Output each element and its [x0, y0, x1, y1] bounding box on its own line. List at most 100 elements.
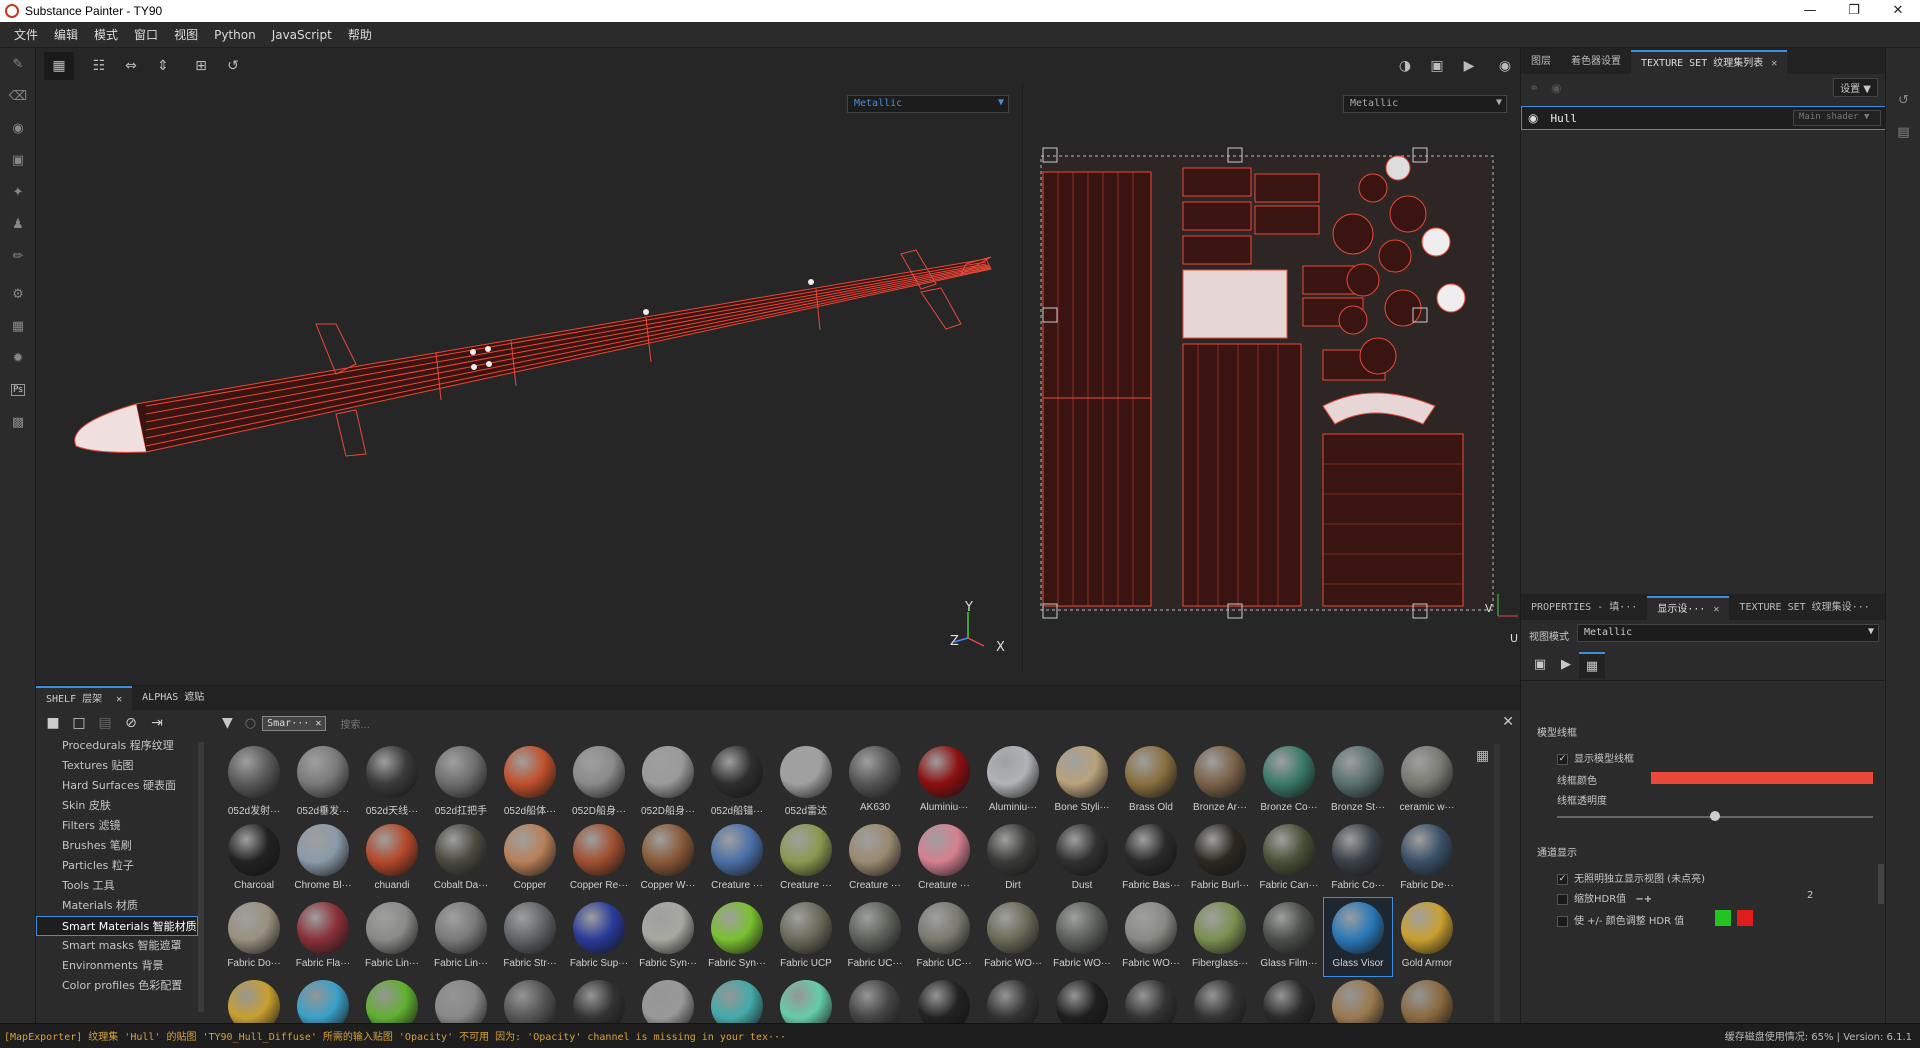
- material-item[interactable]: Fabric WO···: [1117, 898, 1185, 976]
- material-thumbnail[interactable]: [711, 980, 763, 1024]
- material-item[interactable]: Bronze Ar···: [1186, 742, 1254, 820]
- material-item[interactable]: Fabric WO···: [1048, 898, 1116, 976]
- import-icon[interactable]: ⇥: [144, 715, 170, 731]
- history-icon[interactable]: ↺: [218, 52, 248, 80]
- hdr-stepper[interactable]: −+: [1635, 894, 1652, 905]
- paint-brush-icon[interactable]: ✎: [0, 48, 36, 80]
- settings-dropdown[interactable]: 设置 ▼: [1833, 78, 1878, 97]
- view-mode-select[interactable]: Metallic ▼: [1577, 624, 1879, 642]
- close-tab-icon[interactable]: ✕: [116, 694, 122, 705]
- color-adjust-checkbox[interactable]: [1557, 915, 1568, 927]
- show-wireframe-row[interactable]: ✓ 显示模型线框: [1557, 750, 1634, 765]
- material-item[interactable]: Copper: [496, 820, 564, 898]
- screenshot-icon[interactable]: ◉: [1490, 52, 1520, 80]
- tab-shelf[interactable]: SHELF 层架 ✕: [36, 686, 133, 710]
- grid-view-icon[interactable]: ☷: [84, 52, 114, 80]
- material-item[interactable]: Fabric Bas···: [1117, 820, 1185, 898]
- material-item[interactable]: Fabric Co···: [1324, 820, 1392, 898]
- camera-icon[interactable]: ▶: [1454, 52, 1484, 80]
- material-item[interactable]: Bronze St···: [1324, 742, 1392, 820]
- hide-icon[interactable]: ⊘: [118, 715, 144, 731]
- polygon-fill-icon[interactable]: ▣: [0, 144, 36, 176]
- image-view-icon[interactable]: ▣: [1527, 652, 1553, 678]
- wireframe-opacity-slider[interactable]: [1710, 811, 1720, 821]
- material-item[interactable]: 052d船锚···: [703, 742, 771, 820]
- category-item[interactable]: Brushes 笔刷: [36, 836, 202, 856]
- material-thumbnail[interactable]: [1332, 980, 1384, 1024]
- new-preset-icon[interactable]: □: [66, 715, 92, 731]
- material-item[interactable]: Glass Film···: [1255, 898, 1323, 976]
- menu-edit[interactable]: 编辑: [46, 26, 86, 43]
- refresh-icon[interactable]: ○: [245, 716, 256, 731]
- material-item[interactable]: Copper Re···: [565, 820, 633, 898]
- remove-filter-icon[interactable]: ✕: [315, 718, 321, 729]
- material-item[interactable]: Cobalt Da···: [427, 820, 495, 898]
- category-item[interactable]: Filters 滤镜: [36, 816, 202, 836]
- material-item[interactable]: Fabric Syn···: [634, 898, 702, 976]
- search-input[interactable]: 搜索...: [340, 716, 370, 731]
- material-thumbnail[interactable]: [573, 980, 625, 1024]
- material-item[interactable]: ceramic w···: [1393, 742, 1461, 820]
- menu-python[interactable]: Python: [206, 28, 264, 42]
- hdr-scale-checkbox[interactable]: [1557, 893, 1568, 905]
- material-thumbnail[interactable]: [435, 980, 487, 1024]
- category-item[interactable]: Color profiles 色彩配置: [36, 976, 202, 996]
- mirror-x-icon[interactable]: ⇔: [116, 52, 146, 80]
- material-item[interactable]: Fabric UC···: [841, 898, 909, 976]
- material-item[interactable]: Fabric Syn···: [703, 898, 771, 976]
- export-icon[interactable]: ▩: [0, 406, 36, 438]
- material-thumbnail[interactable]: [780, 980, 832, 1024]
- smudge-icon[interactable]: ✦: [0, 176, 36, 208]
- material-item[interactable]: Dirt: [979, 820, 1047, 898]
- close-tab-icon[interactable]: ✕: [1771, 58, 1777, 69]
- material-thumbnail[interactable]: [849, 980, 901, 1024]
- material-item[interactable]: Fabric Sup···: [565, 898, 633, 976]
- uv-tile-mode-icon[interactable]: ▦: [44, 52, 74, 80]
- menu-file[interactable]: 文件: [6, 26, 46, 43]
- category-item[interactable]: Textures 贴图: [36, 756, 202, 776]
- texture-set-row[interactable]: ◉ Hull Main shader ▼: [1521, 106, 1886, 130]
- clear-search-icon[interactable]: ✕: [1502, 714, 1514, 730]
- viewport-2d[interactable]: Metallic ▼ V U: [1022, 84, 1520, 672]
- plugin-icon[interactable]: ✹: [0, 342, 36, 374]
- material-item[interactable]: Creature ···: [772, 820, 840, 898]
- viewport-3d[interactable]: Metallic ▼ Y Z X: [36, 84, 1022, 672]
- folder-icon[interactable]: ■: [40, 715, 66, 731]
- save-icon[interactable]: ▤: [92, 715, 118, 731]
- color-picker-icon[interactable]: ✏: [0, 240, 36, 272]
- category-item[interactable]: Smart masks 智能遮罩: [36, 936, 202, 956]
- category-scrollbar[interactable]: [198, 742, 204, 1012]
- material-item[interactable]: 052D船身···: [634, 742, 702, 820]
- material-thumbnail[interactable]: [918, 980, 970, 1024]
- material-thumbnail[interactable]: [987, 980, 1039, 1024]
- material-item[interactable]: Charcoal: [220, 820, 288, 898]
- category-item[interactable]: Materials 材质: [36, 896, 202, 916]
- tab-shader-settings[interactable]: 着色器设置: [1561, 50, 1631, 74]
- shader-select[interactable]: Main shader ▼: [1793, 110, 1881, 126]
- material-item[interactable]: 052d雷达: [772, 742, 840, 820]
- material-item[interactable]: Fabric De···: [1393, 820, 1461, 898]
- material-item[interactable]: Fabric UC···: [910, 898, 978, 976]
- material-thumbnail[interactable]: [297, 980, 349, 1024]
- photoshop-icon[interactable]: Ps: [0, 374, 36, 406]
- properties-scrollbar[interactable]: [1878, 864, 1884, 904]
- material-item[interactable]: Bronze Co···: [1255, 742, 1323, 820]
- hdr-plus-color-swatch[interactable]: [1715, 910, 1731, 926]
- material-thumbnail[interactable]: [1125, 980, 1177, 1024]
- material-item[interactable]: Fabric WO···: [979, 898, 1047, 976]
- material-thumbnail[interactable]: [1263, 980, 1315, 1024]
- material-item[interactable]: Aluminiu···: [910, 742, 978, 820]
- material-thumbnail[interactable]: [366, 980, 418, 1024]
- category-item[interactable]: Particles 粒子: [36, 856, 202, 876]
- hdr-value[interactable]: 2: [1807, 890, 1813, 901]
- category-item[interactable]: Environments 背景: [36, 956, 202, 976]
- minimize-button[interactable]: —: [1788, 0, 1832, 22]
- material-item[interactable]: Fabric UCP: [772, 898, 840, 976]
- material-item[interactable]: 052d扛把手: [427, 742, 495, 820]
- category-item[interactable]: Procedurals 程序纹理: [36, 736, 202, 756]
- material-item[interactable]: Fabric Do···: [220, 898, 288, 976]
- tab-properties[interactable]: PROPERTIES - 填···: [1521, 596, 1647, 620]
- menu-javascript[interactable]: JavaScript: [264, 28, 340, 42]
- menu-help[interactable]: 帮助: [340, 26, 380, 43]
- material-item[interactable]: Creature ···: [841, 820, 909, 898]
